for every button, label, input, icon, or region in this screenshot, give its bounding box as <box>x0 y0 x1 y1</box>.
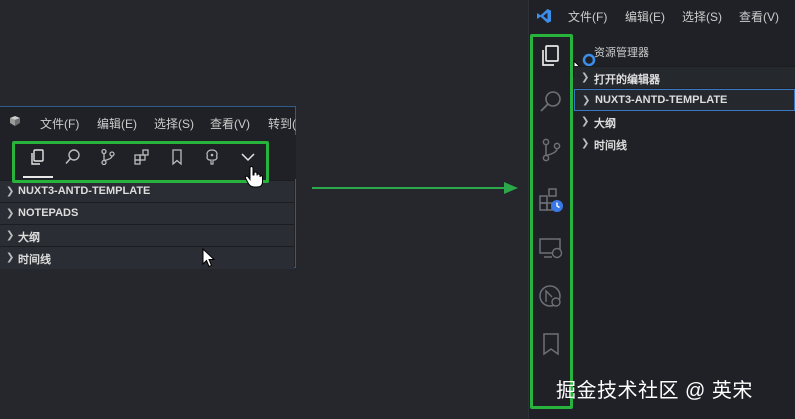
section-label: 大纲 <box>594 118 616 130</box>
menu-view[interactable]: 查看(V) <box>210 115 250 132</box>
section-label: 大纲 <box>18 232 40 244</box>
transition-arrow-line <box>312 187 508 189</box>
section-label: 时间线 <box>18 254 51 266</box>
menu-file[interactable]: 文件(F) <box>40 115 79 132</box>
left-highlight-box <box>12 141 269 183</box>
section-timeline[interactable]: ❯ 时间线 <box>574 133 795 155</box>
menu-edit[interactable]: 编辑(E) <box>97 115 137 132</box>
chevron-right-icon: ❯ <box>6 186 15 197</box>
mouse-pointer-icon <box>202 248 216 268</box>
menu-file[interactable]: 文件(F) <box>568 8 607 25</box>
menu-view[interactable]: 查看(V) <box>739 8 779 25</box>
vscode-logo-icon <box>537 9 551 23</box>
chevron-right-icon: ❯ <box>6 230 15 241</box>
chevron-right-icon: ❯ <box>581 138 590 149</box>
chevron-right-icon: ❯ <box>6 208 15 219</box>
app-icon <box>10 116 20 126</box>
menu-selection[interactable]: 选择(S) <box>682 8 722 25</box>
chevron-right-icon: ❯ <box>582 95 591 106</box>
section-timeline[interactable]: ❯ 时间线 <box>0 246 294 269</box>
chevron-right-icon: ❯ <box>581 116 590 127</box>
left-menu-bar: 文件(F) 编辑(E) 选择(S) 查看(V) 转到( <box>0 107 296 135</box>
section-notepads[interactable]: ❯ NOTEPADS <box>0 202 294 225</box>
section-project[interactable]: ❯ NUXT3-ANTD-TEMPLATE <box>574 89 795 111</box>
section-label: NUXT3-ANTD-TEMPLATE <box>595 94 728 106</box>
chevron-right-icon: ❯ <box>581 72 590 83</box>
section-outline[interactable]: ❯ 大纲 <box>0 224 294 247</box>
chevron-right-icon: ❯ <box>6 252 15 263</box>
watermark-text: 掘金技术社区 @ 英宋 <box>556 380 753 402</box>
section-label: NOTEPADS <box>18 207 79 219</box>
section-label: 打开的编辑器 <box>594 74 660 86</box>
hand-cursor-icon <box>244 166 263 188</box>
arrow-head-icon <box>504 182 518 194</box>
section-open-editors[interactable]: ❯ 打开的编辑器 <box>574 66 795 88</box>
menu-goto[interactable]: 转到( <box>268 115 296 132</box>
menu-edit[interactable]: 编辑(E) <box>625 8 665 25</box>
menu-selection[interactable]: 选择(S) <box>154 115 194 132</box>
section-label: NUXT3-ANTD-TEMPLATE <box>18 185 151 197</box>
right-highlight-box <box>530 34 573 409</box>
section-outline[interactable]: ❯ 大纲 <box>574 111 795 133</box>
explorer-title: 资源管理器 <box>594 47 649 59</box>
section-label: 时间线 <box>594 140 627 152</box>
